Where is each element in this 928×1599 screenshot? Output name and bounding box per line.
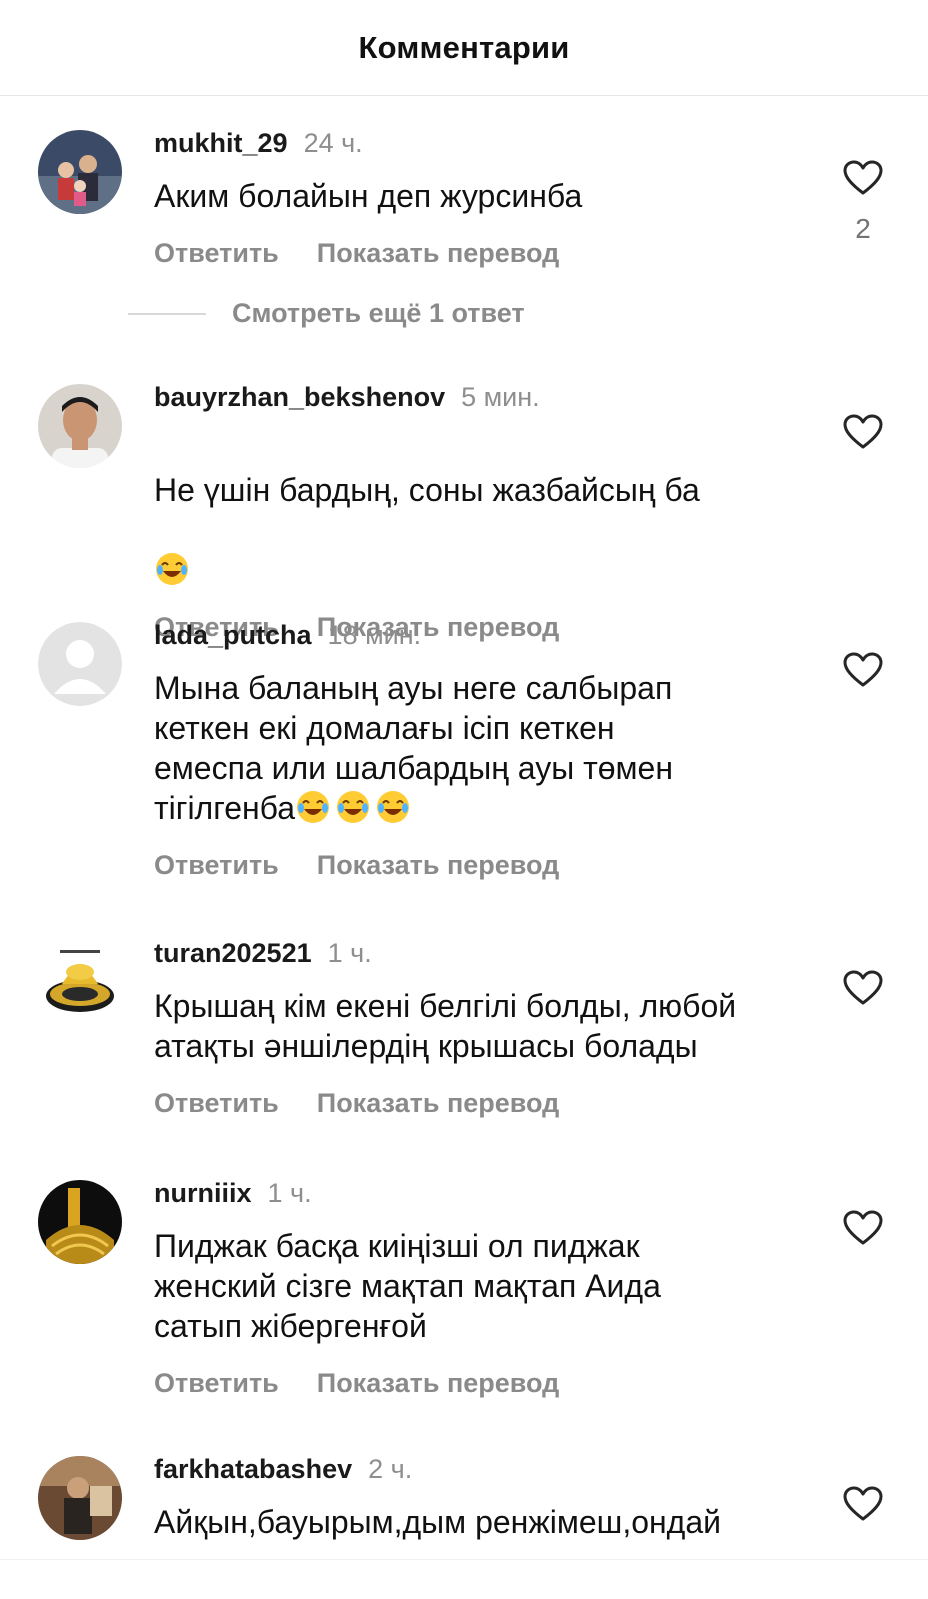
avatar[interactable] — [38, 940, 122, 1024]
heart-icon — [843, 970, 883, 1005]
avatar[interactable] — [38, 130, 122, 214]
bottom-bar — [0, 1559, 928, 1599]
comment-text-content: Не үшін бардың, соны жазбайсың ба — [154, 472, 700, 508]
avatar[interactable] — [38, 1180, 122, 1264]
page-title: Комментарии — [358, 29, 570, 65]
show-translation-button[interactable]: Показать перевод — [317, 1088, 560, 1119]
reply-button[interactable]: Ответить — [154, 1368, 279, 1399]
comment-time: 5 мин. — [461, 382, 540, 412]
reply-button[interactable]: Ответить — [154, 850, 279, 881]
default-avatar-icon — [38, 622, 122, 706]
emoji-group — [154, 551, 190, 587]
comment-username[interactable]: mukhit_29 — [154, 128, 288, 159]
like-button[interactable] — [842, 1486, 884, 1527]
avatar[interactable] — [38, 622, 122, 706]
comment-text: Мына баланың ауы неге салбырап кеткен ек… — [154, 668, 814, 828]
comment-text: Айқын,бауырым,дым ренжімеш,ондай — [154, 1504, 722, 1540]
heart-icon — [843, 652, 883, 687]
heart-icon — [843, 1486, 883, 1521]
comment-username[interactable]: farkhatabashev — [154, 1454, 352, 1485]
show-translation-button[interactable]: Показать перевод — [317, 238, 560, 269]
comment-username[interactable]: bauyrzhan_bekshenov — [154, 382, 445, 413]
laughing-emoji-icon — [337, 791, 370, 823]
comment-time: 2 ч. — [368, 1454, 413, 1484]
comment-text: Аким болайын деп журсинба — [154, 178, 583, 214]
heart-icon — [843, 160, 883, 195]
avatar[interactable] — [38, 384, 122, 468]
reply-button[interactable]: Ответить — [154, 1088, 279, 1119]
like-button[interactable] — [842, 970, 884, 1011]
comment-username[interactable]: nurniiix — [154, 1178, 252, 1209]
like-button[interactable] — [842, 1210, 884, 1251]
laughing-emoji-icon — [156, 553, 188, 585]
comment-text: Крышаң кім екені белгілі болды, любой ат… — [154, 988, 737, 1064]
view-replies[interactable]: Смотреть ещё 1 ответ — [128, 298, 525, 329]
comment-time: 24 ч. — [303, 128, 363, 158]
comment-text: Не үшін бардың, соны жазбайсың ба — [154, 430, 814, 590]
heart-icon — [843, 414, 883, 449]
reply-button[interactable]: Ответить — [154, 238, 279, 269]
like-button[interactable] — [842, 652, 884, 693]
comment-time: 1 ч. — [267, 1178, 312, 1208]
show-translation-button[interactable]: Показать перевод — [317, 1368, 560, 1399]
comments-header: Комментарии — [0, 0, 928, 96]
view-replies-label[interactable]: Смотреть ещё 1 ответ — [232, 298, 525, 329]
comment-text-content: Мына баланың ауы неге салбырап кеткен ек… — [154, 670, 673, 826]
comment-time: 1 ч. — [327, 938, 372, 968]
laughing-emoji-icon — [377, 791, 410, 823]
divider-line — [128, 312, 206, 315]
heart-icon — [843, 1210, 883, 1245]
laughing-emoji-icon — [297, 791, 330, 823]
like-button[interactable]: 2 — [842, 160, 884, 245]
show-translation-button[interactable]: Показать перевод — [317, 850, 560, 881]
comments-sheet: Комментарии mukhit_29 24 ч. Аким болайын… — [0, 0, 928, 1599]
comment-username[interactable]: lada_putcha — [154, 620, 312, 651]
like-button[interactable] — [842, 414, 884, 455]
like-count: 2 — [855, 213, 871, 244]
emoji-group — [295, 789, 411, 825]
comment-username[interactable]: turan202521 — [154, 938, 312, 969]
avatar[interactable] — [38, 1456, 122, 1540]
comment-text: Пиджак басқа киіңізші ол пиджак женский … — [154, 1228, 661, 1344]
comment-time: 18 мин. — [327, 620, 422, 650]
